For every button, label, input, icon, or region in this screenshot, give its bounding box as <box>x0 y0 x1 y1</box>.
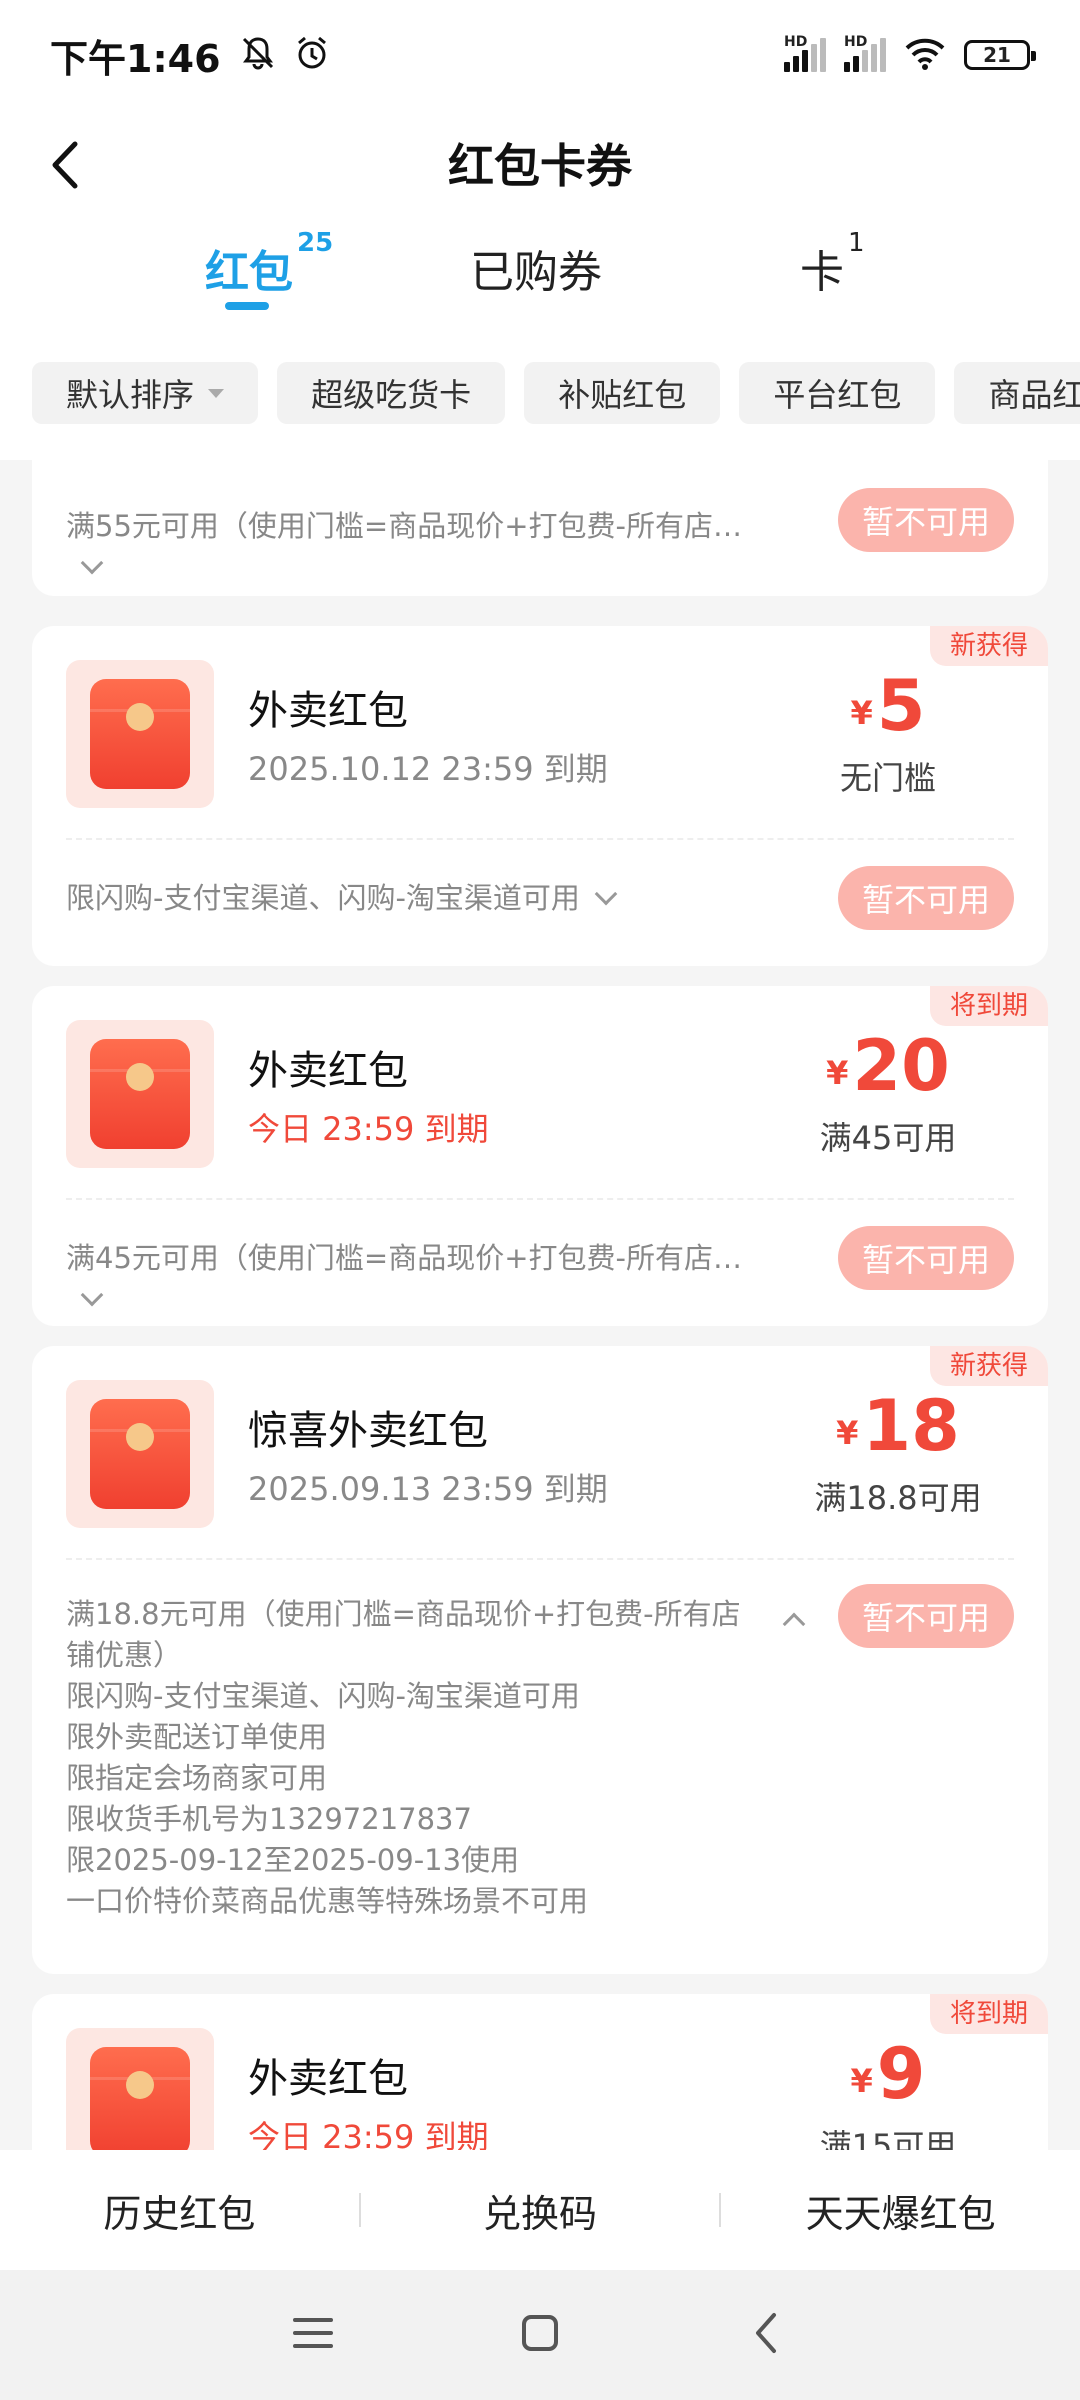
status-badge: 将到期 <box>929 1994 1048 2034</box>
coupon-amount: ¥9 满15可用 <box>819 2033 957 2150</box>
divider <box>66 838 1014 840</box>
chevron-down-icon[interactable] <box>80 1283 104 1307</box>
header: 红包卡券 <box>0 110 1080 230</box>
red-envelope-icon <box>66 1380 214 1528</box>
tab-bar: 红包 25 已购券 卡1 <box>0 228 1080 340</box>
unavailable-button[interactable]: 暂不可用 <box>838 1226 1014 1290</box>
back-icon <box>752 2311 782 2359</box>
coupon-expire: 今日 23:59 到期 <box>248 1110 489 1148</box>
coupon-card: 新获得 惊喜外卖红包 2025.09.13 23:59 到期 ¥18 满18.8… <box>32 1346 1048 1974</box>
red-envelope-icon <box>66 660 214 808</box>
coupon-desc: 限闪购-支付宝渠道、闪购-淘宝渠道可用 <box>66 878 766 919</box>
chevron-down-icon[interactable] <box>80 551 104 575</box>
menu-button[interactable] <box>273 2295 353 2375</box>
filter-super-foodie-card[interactable]: 超级吃货卡 <box>277 362 506 424</box>
signal-icon: HD <box>844 34 886 72</box>
status-bar: 下午1:46 HD HD 21 <box>0 0 1080 110</box>
unavailable-button[interactable]: 暂不可用 <box>838 488 1014 552</box>
chevron-up-icon[interactable] <box>782 1612 806 1636</box>
coupon-title: 外卖红包 <box>248 1048 408 1094</box>
bottom-action-bar: 历史红包 兑换码 天天爆红包 <box>0 2150 1080 2270</box>
divider <box>66 1558 1014 1560</box>
coupon-list[interactable]: 满55元可用（使用门槛=商品现价+打包费-所有店… 暂不可用 新获得 外卖红包 … <box>0 456 1080 2150</box>
mute-icon <box>239 34 277 76</box>
coupon-title: 外卖红包 <box>248 688 408 734</box>
coupon-card: 将到期 外卖红包 今日 23:59 到期 ¥9 满15可用 <box>32 1994 1048 2150</box>
red-envelope-icon <box>66 2028 214 2150</box>
redeem-code-button[interactable]: 兑换码 <box>361 2183 720 2238</box>
tab-underline <box>225 302 269 310</box>
filter-subsidy[interactable]: 补贴红包 <box>524 362 721 424</box>
filter-bar: 默认排序 超级吃货卡 补贴红包 平台红包 商品红包 <box>0 340 1080 460</box>
history-hongbao-button[interactable]: 历史红包 <box>0 2183 359 2238</box>
coupon-card: 新获得 外卖红包 2025.10.12 23:59 到期 ¥5 无门槛 限闪购-… <box>32 626 1048 966</box>
daily-hongbao-button[interactable]: 天天爆红包 <box>721 2183 1080 2238</box>
battery-icon: 21 <box>964 40 1036 70</box>
tab-cards[interactable]: 卡1 <box>800 228 865 340</box>
system-back-button[interactable] <box>727 2295 807 2375</box>
divider <box>66 1198 1014 1200</box>
tab-label: 卡 <box>800 247 844 298</box>
coupon-title: 惊喜外卖红包 <box>248 1408 488 1454</box>
coupon-expire: 今日 23:59 到期 <box>248 2118 489 2150</box>
coupon-desc: 满45元可用（使用门槛=商品现价+打包费-所有店… <box>66 1238 766 1320</box>
tab-count: 1 <box>848 228 865 258</box>
tab-label: 已购券 <box>470 247 602 298</box>
unavailable-button[interactable]: 暂不可用 <box>838 1584 1014 1648</box>
system-nav-bar <box>0 2270 1080 2400</box>
coupon-card: 满55元可用（使用门槛=商品现价+打包费-所有店… 暂不可用 <box>32 456 1048 596</box>
unavailable-button[interactable]: 暂不可用 <box>838 866 1014 930</box>
coupon-card: 将到期 外卖红包 今日 23:59 到期 ¥20 满45可用 满45元可用（使用… <box>32 986 1048 1326</box>
status-badge: 将到期 <box>929 986 1048 1026</box>
tab-label: 红包 <box>205 247 293 298</box>
menu-icon <box>291 2315 335 2355</box>
page-title: 红包卡券 <box>448 139 632 193</box>
status-badge: 新获得 <box>929 626 1048 666</box>
coupon-title: 外卖红包 <box>248 2056 408 2102</box>
filter-product[interactable]: 商品红包 <box>954 362 1080 424</box>
coupon-expire: 2025.09.13 23:59 到期 <box>248 1470 608 1508</box>
home-icon <box>520 2313 560 2357</box>
coupon-amount: ¥5 无门槛 <box>839 665 936 797</box>
coupon-desc-expanded: 满18.8元可用（使用门槛=商品现价+打包费-所有店 铺优惠） 限闪购-支付宝渠… <box>66 1597 741 1918</box>
alarm-icon <box>293 34 331 76</box>
coupon-amount: ¥18 满18.8可用 <box>814 1385 982 1517</box>
red-envelope-icon <box>66 1020 214 1168</box>
signal-icon: HD <box>784 34 826 72</box>
filter-sort[interactable]: 默认排序 <box>32 362 259 424</box>
coupon-desc: 满55元可用（使用门槛=商品现价+打包费-所有店… <box>66 506 766 588</box>
chevron-down-icon[interactable] <box>594 882 618 906</box>
tab-hongbao[interactable]: 红包 25 <box>205 228 334 340</box>
status-time: 下午1:46 <box>50 36 221 81</box>
home-button[interactable] <box>500 2295 580 2375</box>
filter-platform[interactable]: 平台红包 <box>739 362 936 424</box>
status-badge: 新获得 <box>929 1346 1048 1386</box>
tab-purchased-coupons[interactable]: 已购券 <box>470 230 602 340</box>
tab-count: 25 <box>297 228 334 258</box>
coupon-amount: ¥20 满45可用 <box>819 1025 957 1157</box>
chevron-down-icon <box>208 388 225 398</box>
coupon-expire: 2025.10.12 23:59 到期 <box>248 750 608 788</box>
wifi-icon <box>904 36 946 74</box>
